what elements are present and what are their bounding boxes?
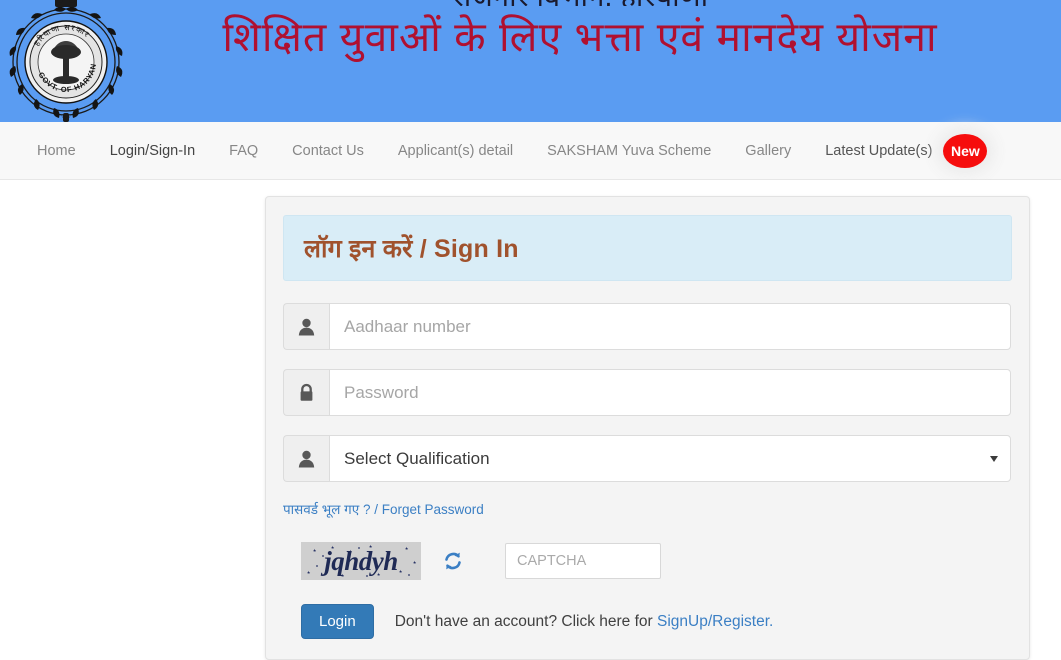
- qualification-select[interactable]: Select Qualification: [329, 435, 1011, 482]
- nav-item-saksham-yuva-scheme[interactable]: SAKSHAM Yuva Scheme: [530, 122, 728, 180]
- nav-item-faq[interactable]: FAQ: [212, 122, 275, 180]
- signup-prompt: Don't have an account? Click here for Si…: [395, 613, 774, 631]
- aadhaar-input[interactable]: [329, 303, 1011, 350]
- refresh-icon[interactable]: [441, 549, 465, 573]
- nav-item-login-signin[interactable]: Login/Sign-In: [93, 122, 212, 180]
- user-icon: [283, 435, 329, 482]
- login-button[interactable]: Login: [301, 604, 374, 639]
- login-panel-title: लॉग इन करें / Sign In: [304, 235, 519, 263]
- signup-register-link[interactable]: SignUp/Register.: [657, 613, 773, 630]
- captcha-text: jqhdyh: [324, 545, 398, 576]
- user-icon: [283, 303, 329, 350]
- new-badge[interactable]: New: [943, 133, 988, 168]
- nav-item-gallery[interactable]: Gallery: [728, 122, 808, 180]
- login-action-row: Login Don't have an account? Click here …: [301, 604, 1012, 639]
- nav-item-applicants-detail[interactable]: Applicant(s) detail: [381, 122, 530, 180]
- login-panel: लॉग इन करें / Sign In Aadhaar number Sel…: [265, 196, 1030, 660]
- password-input-group: [283, 369, 1011, 416]
- captcha-input[interactable]: [505, 543, 661, 579]
- nav-item-latest-updates[interactable]: Latest Update(s): [808, 122, 949, 180]
- chevron-down-icon: [990, 455, 998, 462]
- haryana-government-emblem: हरियाणा सरकार GOVT. OF HARYANA: [3, 0, 126, 122]
- site-header-banner: हरियाणा सरकार GOVT. OF HARYANA रोजगार वि…: [0, 0, 1061, 122]
- forget-password-link[interactable]: पासवर्ड भूल गए ? / Forget Password: [283, 500, 484, 518]
- lock-icon: [283, 369, 329, 416]
- aadhaar-input-group: [283, 303, 1011, 350]
- nav-item-home[interactable]: Home: [20, 122, 93, 180]
- qualification-selected-value: Select Qualification: [344, 448, 490, 468]
- scheme-title: शिक्षित युवाओं के लिए भत्ता एवं मानदेय य…: [222, 14, 938, 60]
- password-input[interactable]: [329, 369, 1011, 416]
- banner-text-block: रोजगार विभाग, हरियाणा शिक्षित युवाओं के …: [130, 0, 1030, 122]
- signup-prompt-text: Don't have an account? Click here for: [394, 612, 657, 630]
- captcha-image: jqhdyh: [301, 542, 421, 580]
- captcha-row: jqhdyh: [283, 542, 1012, 580]
- qualification-input-group: Select Qualification: [283, 435, 1011, 482]
- main-navigation: Home Login/Sign-In FAQ Contact Us Applic…: [0, 122, 1061, 180]
- login-panel-heading: लॉग इन करें / Sign In: [283, 215, 1012, 281]
- nav-item-contact-us[interactable]: Contact Us: [275, 122, 381, 180]
